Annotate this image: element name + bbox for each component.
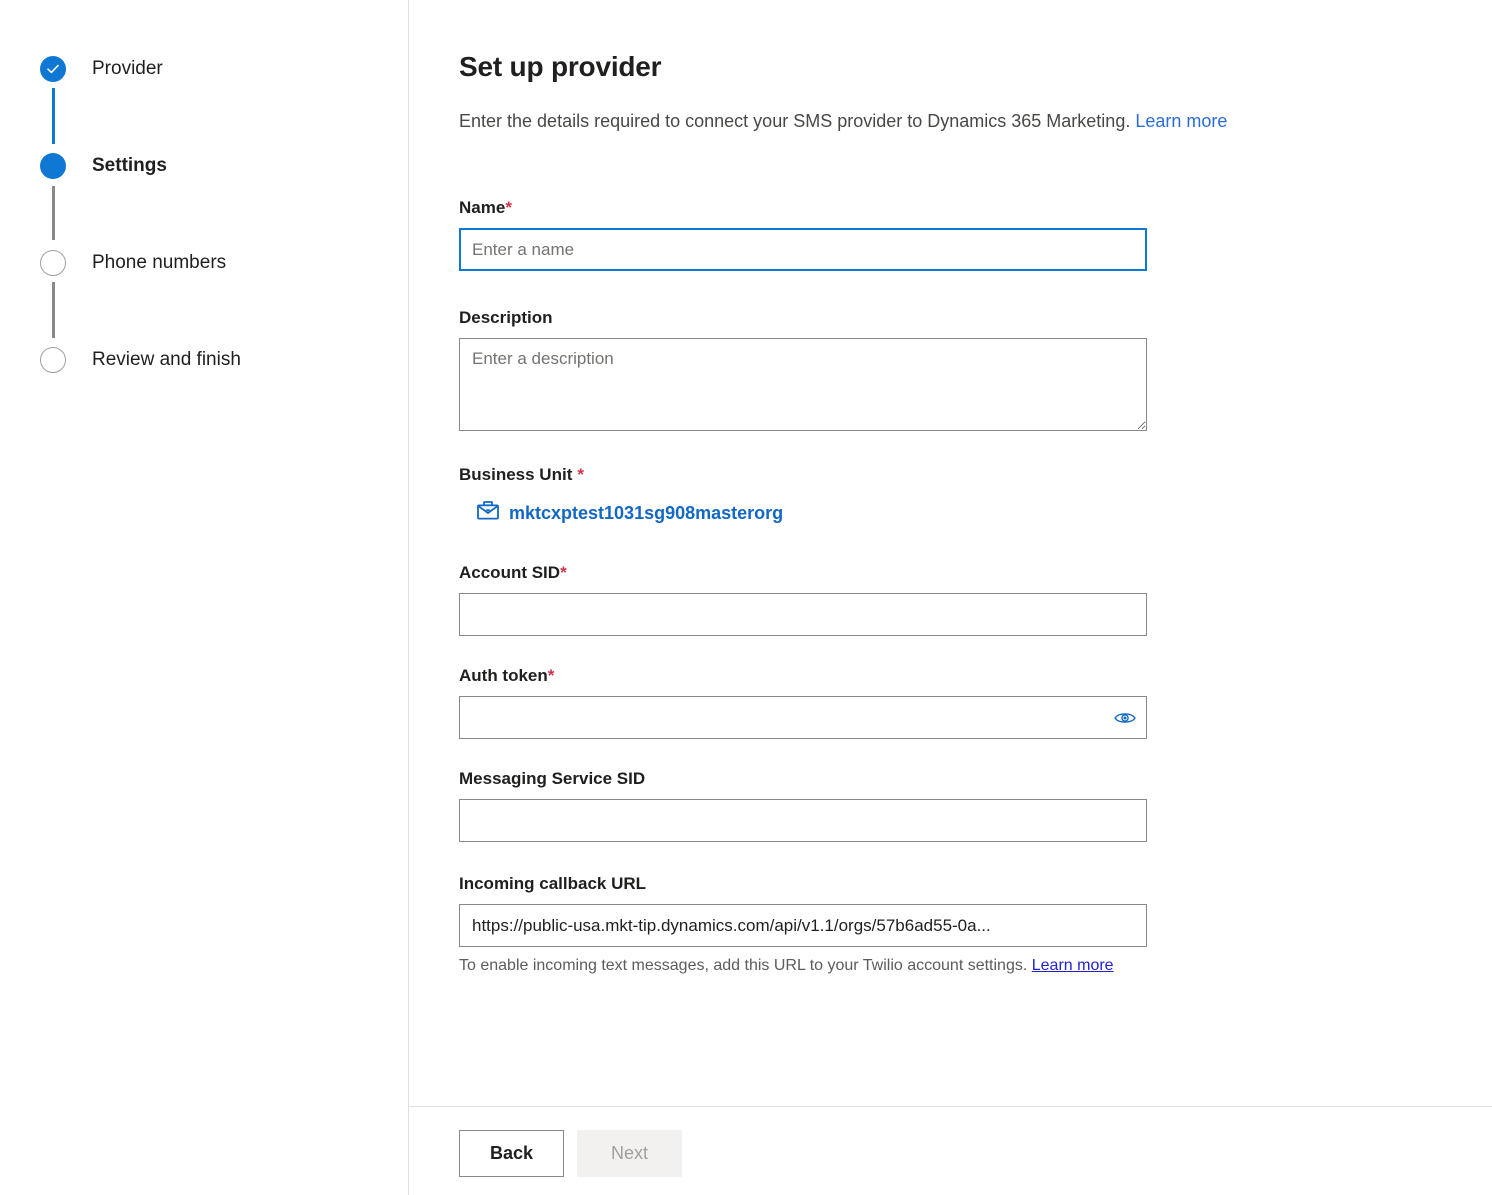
- stepper-label-phone-numbers: Phone numbers: [92, 252, 227, 273]
- step-connector-3: [52, 282, 55, 338]
- field-description: Description: [459, 306, 1149, 431]
- label-auth-token-text: Auth token: [459, 666, 548, 685]
- empty-circle-icon: [40, 347, 66, 373]
- auth-token-input[interactable]: [459, 696, 1147, 739]
- empty-circle-icon: [40, 250, 66, 276]
- page-subtitle-text: Enter the details required to connect yo…: [459, 111, 1131, 131]
- description-textarea[interactable]: [459, 338, 1147, 431]
- step-connector-2: [52, 186, 55, 240]
- business-unit-lookup-value[interactable]: mktcxptest1031sg908masterorg: [459, 495, 783, 531]
- stepper-label-review-and-finish: Review and finish: [92, 349, 241, 370]
- label-name: Name*: [459, 196, 1149, 220]
- account-sid-input[interactable]: [459, 593, 1147, 636]
- label-auth-token: Auth token*: [459, 664, 1149, 688]
- stepper-item-settings[interactable]: Settings: [40, 153, 167, 179]
- label-account-sid: Account SID*: [459, 561, 1149, 585]
- auth-token-input-wrapper: [459, 696, 1147, 739]
- incoming-callback-url-learn-more-link[interactable]: Learn more: [1032, 957, 1114, 974]
- name-input[interactable]: [459, 228, 1147, 271]
- field-incoming-callback-url: Incoming callback URL To enable incoming…: [459, 872, 1149, 979]
- label-messaging-service-sid: Messaging Service SID: [459, 769, 646, 788]
- messaging-service-sid-input[interactable]: [459, 799, 1147, 842]
- field-account-sid: Account SID*: [459, 561, 1149, 636]
- setup-provider-wizard: Provider Settings Phone numbers Review a…: [0, 0, 1492, 1195]
- briefcase-icon: [477, 501, 499, 525]
- learn-more-link[interactable]: Learn more: [1135, 111, 1227, 131]
- stepper-item-review-and-finish[interactable]: Review and finish: [40, 347, 241, 373]
- label-business-unit-text: Business Unit: [459, 465, 573, 484]
- required-asterisk: *: [577, 465, 584, 484]
- business-unit-name: mktcxptest1031sg908masterorg: [509, 503, 784, 523]
- main-content: Set up provider Enter the details requir…: [410, 0, 1492, 1195]
- field-name: Name*: [459, 196, 1149, 271]
- stepper-item-phone-numbers[interactable]: Phone numbers: [40, 250, 226, 276]
- provider-settings-form: Name* Description Business Unit*: [459, 196, 1149, 979]
- label-account-sid-text: Account SID: [459, 563, 561, 582]
- filled-circle-icon: [40, 153, 66, 179]
- eye-icon[interactable]: [1113, 706, 1137, 730]
- label-incoming-callback-url: Incoming callback URL: [459, 874, 647, 893]
- next-button: Next: [577, 1130, 682, 1177]
- label-description: Description: [459, 308, 553, 327]
- required-asterisk: *: [547, 666, 555, 685]
- page-title: Set up provider: [459, 51, 662, 82]
- check-icon: [40, 56, 66, 82]
- required-asterisk: *: [505, 198, 512, 217]
- stepper-label-provider: Provider: [92, 58, 163, 79]
- step-connector-1: [52, 88, 55, 144]
- required-asterisk: *: [560, 563, 567, 582]
- field-business-unit: Business Unit * mktcxptest1031sg908master…: [459, 463, 1149, 531]
- incoming-callback-url-input[interactable]: [459, 904, 1147, 947]
- incoming-callback-url-hint-text: To enable incoming text messages, add th…: [459, 957, 1028, 974]
- field-messaging-service-sid: Messaging Service SID: [459, 767, 1149, 842]
- label-business-unit: Business Unit *: [459, 463, 1149, 487]
- label-name-text: Name: [459, 198, 506, 217]
- incoming-callback-url-hint: To enable incoming text messages, add th…: [459, 952, 1145, 979]
- field-auth-token: Auth token*: [459, 664, 1149, 739]
- page-subtitle: Enter the details required to connect yo…: [459, 108, 1227, 134]
- stepper-item-provider[interactable]: Provider: [40, 56, 163, 82]
- stepper-label-settings: Settings: [92, 155, 167, 176]
- wizard-stepper: Provider Settings Phone numbers Review a…: [0, 0, 409, 1195]
- wizard-footer: Back Next: [410, 1106, 1492, 1195]
- back-button[interactable]: Back: [459, 1130, 564, 1177]
